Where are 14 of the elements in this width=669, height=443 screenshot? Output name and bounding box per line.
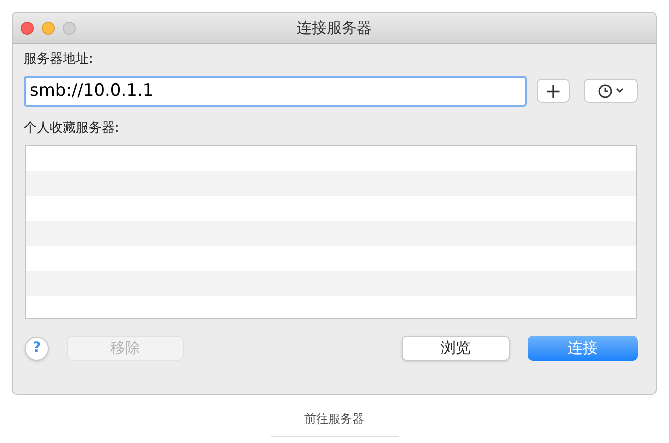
minimize-button[interactable] [42,22,55,34]
image-caption: 前往服务器 [270,410,398,437]
add-button[interactable]: + [537,79,570,103]
favorite-servers-list[interactable] [25,145,637,319]
clock-icon [598,84,613,98]
recent-servers-button[interactable] [584,79,638,103]
chevron-down-icon [616,88,624,94]
window-title: 连接服务器 [297,18,372,39]
dialog-button[interactable]: 浏览 [402,336,510,361]
field-label: 个人收藏服务器: [24,120,120,138]
server-address-field[interactable]: smb://10.0.1.1 [24,76,527,106]
zoom-button[interactable] [63,22,76,34]
field-label: 服务器地址: [24,51,94,69]
close-button[interactable] [21,22,34,34]
